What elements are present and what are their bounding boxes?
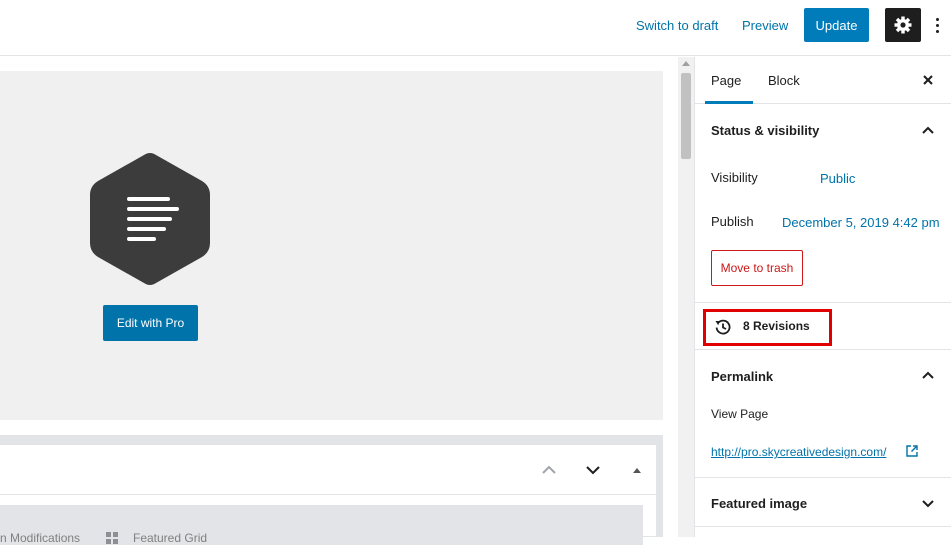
grid-icon [106, 532, 119, 544]
pro-document-icon [90, 153, 210, 285]
divider [695, 526, 951, 527]
settings-button[interactable] [885, 8, 921, 42]
pro-content-block[interactable]: Edit with Pro [0, 71, 663, 420]
editor-header: Switch to draft Preview Update [0, 0, 951, 56]
settings-sidebar: Page Block Status & visibility Visibilit… [694, 57, 951, 537]
close-icon[interactable] [921, 73, 935, 87]
visibility-label: Visibility [711, 170, 758, 185]
divider [695, 349, 951, 350]
publish-date-link[interactable]: December 5, 2019 4:42 pm [782, 215, 940, 230]
divider [695, 477, 951, 478]
gear-icon [894, 16, 912, 34]
move-to-trash-button[interactable]: Move to trash [711, 250, 803, 286]
divider [695, 302, 951, 303]
status-visibility-toggle[interactable]: Status & visibility [711, 123, 819, 138]
featured-image-toggle[interactable]: Featured image [711, 496, 807, 511]
view-page-label: View Page [711, 407, 769, 421]
chevron-down-icon[interactable] [584, 461, 602, 479]
meta-box-header [0, 445, 656, 495]
visibility-value-link[interactable]: Public [820, 171, 855, 186]
tab-page[interactable]: Page [711, 73, 741, 89]
backup-history-icon [715, 319, 731, 335]
meta-box-panel: n Modifications Featured Grid [0, 444, 657, 545]
meta-tab-featured-grid[interactable]: Featured Grid [133, 531, 207, 545]
permalink-url-link[interactable]: http://pro.skycreativedesign.com/ [711, 445, 886, 459]
editor-scrollbar[interactable] [678, 57, 694, 537]
meta-tab-modifications[interactable]: n Modifications [0, 531, 80, 545]
chevron-down-icon[interactable] [921, 499, 935, 509]
meta-boxes-area: n Modifications Featured Grid [0, 435, 663, 545]
scroll-up-arrow-icon[interactable] [682, 61, 690, 66]
revisions-link[interactable]: 8 Revisions [743, 319, 810, 333]
caret-up-icon[interactable] [628, 461, 646, 479]
update-button[interactable]: Update [804, 8, 869, 42]
permalink-toggle[interactable]: Permalink [711, 369, 773, 384]
more-options-button[interactable] [930, 13, 944, 37]
chevron-up-icon[interactable] [921, 370, 935, 380]
scrollbar-thumb[interactable] [681, 73, 691, 159]
edit-with-pro-button[interactable]: Edit with Pro [103, 305, 198, 341]
external-link-icon[interactable] [905, 444, 919, 458]
preview-link[interactable]: Preview [742, 18, 788, 34]
editor-canvas: Edit with Pro n Modifications Featured G… [0, 57, 694, 545]
active-tab-indicator [705, 101, 753, 104]
sidebar-tabs: Page Block [695, 57, 951, 104]
tab-block[interactable]: Block [768, 73, 800, 89]
switch-to-draft-link[interactable]: Switch to draft [636, 18, 718, 34]
chevron-up-icon[interactable] [921, 125, 935, 135]
meta-box-tabs: n Modifications Featured Grid [0, 505, 643, 545]
chevron-up-icon[interactable] [540, 461, 558, 479]
publish-label: Publish [711, 214, 754, 229]
